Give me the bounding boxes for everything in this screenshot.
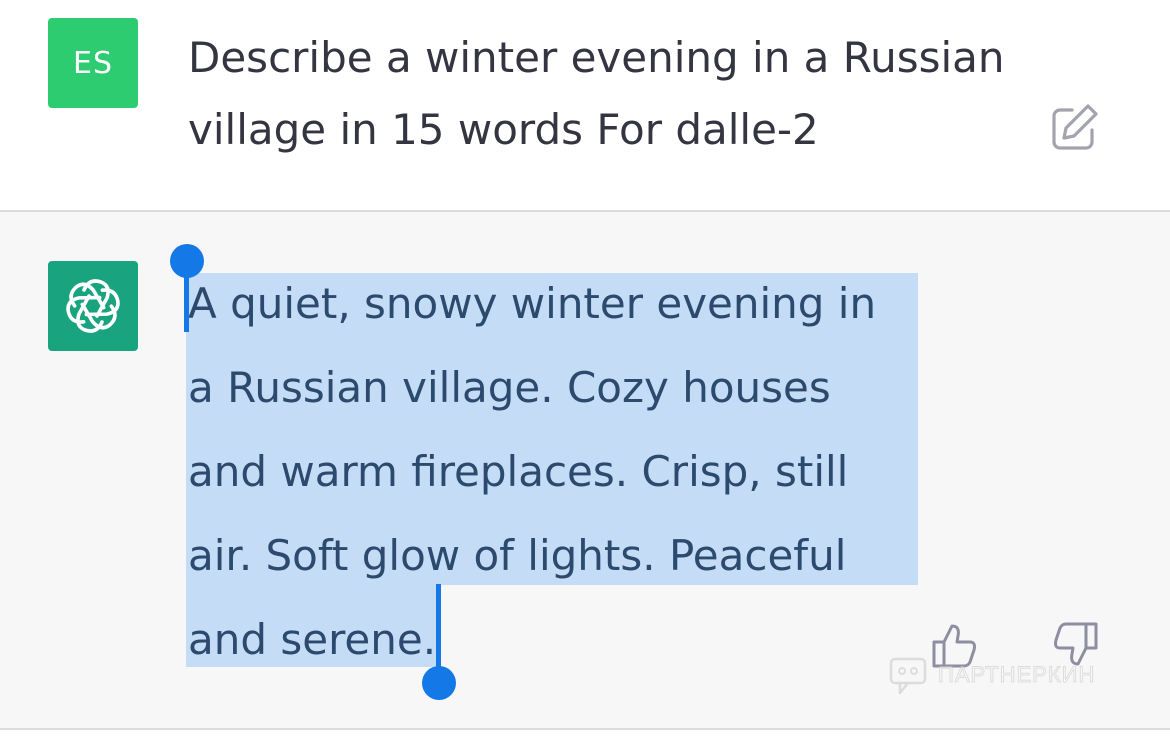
assistant-text-line: A quiet, snowy winter evening in <box>188 279 877 328</box>
watermark: ПАРТНЕРКИН <box>888 650 1138 700</box>
assistant-text-line: a Russian village. Cozy houses <box>188 363 831 412</box>
user-avatar-initials: ES <box>73 45 113 81</box>
user-avatar: ES <box>48 18 138 108</box>
selection-end-caret <box>436 584 441 672</box>
openai-logo-icon <box>66 279 120 333</box>
selection-end-handle[interactable] <box>422 666 456 700</box>
watermark-text: ПАРТНЕРКИН <box>937 662 1096 688</box>
assistant-message-text[interactable]: A quiet, snowy winter evening in a Russi… <box>188 262 918 682</box>
user-message-text: Describe a winter evening in a Russian v… <box>188 33 1005 154</box>
selection-start-caret <box>184 270 189 332</box>
user-message-row: ES Describe a winter evening in a Russia… <box>0 0 1170 210</box>
assistant-text-line: and serene. <box>188 615 437 664</box>
assistant-avatar <box>48 261 138 351</box>
assistant-text-line: air. Soft glow of lights. Peaceful <box>188 531 847 580</box>
bottom-strip <box>0 730 1170 754</box>
selection-start-handle[interactable] <box>170 244 204 278</box>
watermark-logo-icon <box>889 657 927 695</box>
assistant-text-line: and warm fireplaces. Crisp, still <box>188 447 849 496</box>
edit-icon[interactable] <box>1048 102 1100 154</box>
